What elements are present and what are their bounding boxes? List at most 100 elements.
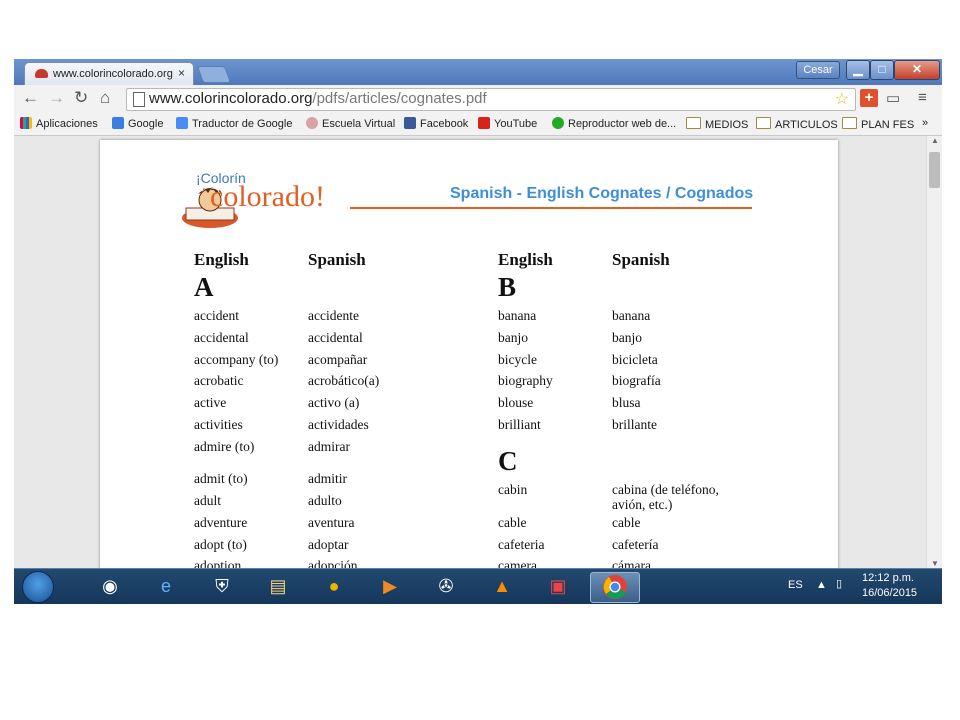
pdf-page: ¡Colorín colorado! Spanish - English Cog… — [100, 140, 838, 568]
bookmarks-overflow-button[interactable]: » — [922, 117, 928, 129]
show-hidden-icons-icon[interactable]: ▲ — [816, 579, 827, 591]
bookmark-facebook[interactable]: Facebook — [404, 117, 468, 130]
vlc-icon[interactable]: ▲ — [478, 572, 526, 601]
bookmark-google[interactable]: Google — [112, 117, 163, 130]
extension-plus-icon[interactable]: + — [860, 89, 878, 107]
word-es: cámara — [612, 558, 651, 568]
spotify-icon — [552, 117, 564, 129]
battery-icon[interactable]: ▯ — [836, 577, 842, 590]
word-en: cabin — [498, 482, 528, 497]
pdf-viewer[interactable]: ¡Colorín colorado! Spanish - English Cog… — [14, 136, 926, 568]
paint-app-icon[interactable]: ▣ — [534, 572, 582, 601]
bookmark-label: ARTICULOS — [775, 119, 838, 131]
column-header-spanish: Spanish — [308, 250, 366, 269]
windows-taskbar: ◉ e ⛨ ▤ ● ▶ ✇ ▲ ▣ ES ▲ ▯ 12:12 p.m. 16/0… — [14, 568, 942, 604]
scroll-down-arrow-icon[interactable]: ▼ — [931, 559, 939, 568]
clock-date[interactable]: 16/06/2015 — [862, 587, 917, 599]
bookmark-label: Aplicaciones — [36, 118, 98, 130]
user-profile-button[interactable]: Cesar — [796, 61, 840, 79]
logo-main-text: colorado! — [210, 180, 325, 213]
back-arrow-icon[interactable]: ← — [22, 88, 39, 108]
bookmark-folder-articulos[interactable]: ARTICULOS — [756, 117, 838, 131]
webcam-app-icon[interactable]: ◉ — [86, 572, 134, 601]
url-text[interactable]: www.colorincolorado.org/pdfs/articles/co… — [149, 90, 487, 107]
bookmark-apps[interactable]: Aplicaciones — [20, 117, 98, 130]
media-player-icon[interactable]: ▶ — [366, 572, 414, 601]
vertical-scrollbar[interactable]: ▲ ▼ — [926, 136, 942, 568]
file-explorer-icon[interactable]: ▤ — [254, 572, 302, 601]
address-bar[interactable]: www.colorincolorado.org/pdfs/articles/co… — [126, 88, 856, 111]
word-en: blouse — [498, 395, 534, 410]
forward-arrow-icon[interactable]: → — [48, 88, 65, 108]
word-en: admire (to) — [194, 439, 255, 454]
word-es: admitir — [308, 471, 347, 486]
word-en: admit (to) — [194, 471, 248, 486]
bookmarks-bar: Aplicaciones Google Traductor de Google … — [14, 113, 942, 136]
scroll-up-arrow-icon[interactable]: ▲ — [931, 136, 939, 145]
word-es: brillante — [612, 417, 657, 432]
maximize-button[interactable]: □ — [870, 60, 894, 80]
home-icon[interactable]: ⌂ — [100, 88, 110, 108]
clock-time[interactable]: 12:12 p.m. — [862, 572, 914, 584]
language-indicator[interactable]: ES — [788, 579, 803, 591]
chrome-logo-icon — [603, 575, 627, 599]
tab-title: www.colorincolorado.org — [53, 68, 173, 80]
minimize-button[interactable]: ▁ — [846, 60, 870, 80]
film-reel-icon[interactable]: ✇ — [422, 572, 470, 601]
bookmark-folder-plan-fes[interactable]: PLAN FES — [842, 117, 914, 131]
word-es: aventura — [308, 515, 355, 530]
bookmark-label: Facebook — [420, 118, 469, 130]
word-en: bicycle — [498, 352, 537, 367]
new-tab-button[interactable] — [196, 66, 232, 83]
chrome-icon[interactable] — [590, 572, 640, 603]
bookmark-star-icon[interactable]: ☆ — [835, 89, 849, 109]
column-header-english: English — [194, 250, 249, 269]
browser-tab[interactable]: www.colorincolorado.org × — [24, 62, 194, 86]
bookmark-label: Escuela Virtual — [322, 118, 396, 130]
bookmark-label: PLAN FES — [861, 119, 915, 131]
word-es: cafetería — [612, 537, 659, 552]
youtube-icon — [478, 117, 490, 129]
page-document-icon — [133, 92, 145, 107]
word-en: accompany (to) — [194, 352, 279, 367]
bookmark-label: Reproductor web de... — [568, 118, 677, 130]
word-en: brilliant — [498, 417, 541, 432]
word-es: blusa — [612, 395, 641, 410]
word-en: biography — [498, 373, 553, 388]
word-en: cafeteria — [498, 537, 545, 552]
menu-icon[interactable]: ≡ — [918, 89, 927, 106]
bookmark-spotify[interactable]: Reproductor web de... — [552, 117, 676, 130]
word-es: biografía — [612, 373, 661, 388]
bookmark-youtube[interactable]: YouTube — [478, 117, 537, 130]
internet-explorer-icon[interactable]: e — [142, 572, 190, 601]
word-es: adoptar — [308, 537, 349, 552]
tab-close-icon[interactable]: × — [178, 66, 185, 80]
translate-icon — [176, 117, 188, 129]
word-es: activo (a) — [308, 395, 360, 410]
word-es: banjo — [612, 330, 642, 345]
section-letter-c: C — [498, 446, 518, 476]
site-favicon-icon — [35, 69, 48, 78]
cast-icon[interactable]: ▭ — [886, 89, 900, 107]
word-en: banana — [498, 308, 537, 323]
word-es: accidente — [308, 308, 359, 323]
google-icon — [112, 117, 124, 129]
section-letter-a: A — [194, 272, 214, 302]
bookmark-translate[interactable]: Traductor de Google — [176, 117, 292, 130]
word-es: actividades — [308, 417, 369, 432]
bookmark-label: MEDIOS — [705, 119, 749, 131]
scrollbar-thumb[interactable] — [929, 152, 940, 188]
security-app-icon[interactable]: ⛨ — [198, 572, 246, 601]
start-button[interactable] — [22, 571, 54, 603]
word-es: admirar — [308, 439, 350, 454]
word-es: acompañar — [308, 352, 368, 367]
word-en: acrobatic — [194, 373, 244, 388]
bookmark-folder-medios[interactable]: MEDIOS — [686, 117, 748, 131]
media-app-icon[interactable]: ● — [310, 572, 358, 601]
bookmark-escuela-virtual[interactable]: Escuela Virtual — [306, 117, 395, 130]
close-window-button[interactable]: ✕ — [894, 60, 940, 80]
bookmark-label: YouTube — [494, 118, 538, 130]
section-letter-b: B — [498, 272, 517, 302]
word-es: acrobático(a) — [308, 373, 380, 388]
reload-icon[interactable]: ↻ — [74, 88, 88, 108]
